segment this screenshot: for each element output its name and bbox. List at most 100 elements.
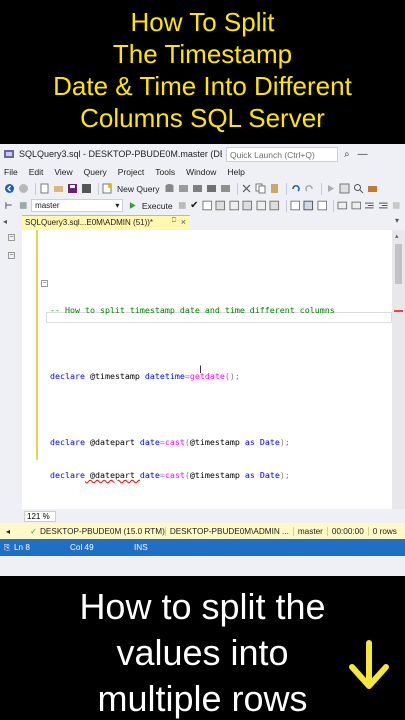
scroll-left-icon[interactable]: ◂	[3, 217, 7, 226]
uncomment-icon[interactable]	[351, 200, 362, 211]
scroll-left-icon[interactable]: ◂	[6, 526, 10, 536]
live-stats-icon[interactable]	[256, 200, 267, 211]
search-icon[interactable]: ⌕	[344, 149, 350, 160]
menu-help[interactable]: Help	[227, 167, 244, 177]
parse-check-icon[interactable]: ✔	[190, 200, 198, 211]
new-file-icon[interactable]	[39, 183, 50, 194]
keyword-declare: declare	[50, 437, 85, 447]
status-time: 00:00:00	[326, 526, 368, 536]
code-line: declare @timestamp datetime=getdate();	[50, 371, 335, 382]
scroll-up-icon[interactable]: ▴	[395, 232, 399, 240]
save-all-icon[interactable]	[81, 183, 92, 194]
keyword-declare: declare	[50, 470, 85, 480]
vertical-scrollbar[interactable]: ▴	[392, 230, 405, 516]
properties-icon[interactable]	[339, 183, 350, 194]
menu-project[interactable]: Project	[118, 167, 144, 177]
query-designer-icon[interactable]	[215, 200, 226, 211]
var-datepart: @datepart	[84, 437, 140, 447]
find-icon[interactable]	[353, 183, 364, 194]
object-explorer-icon[interactable]	[4, 200, 15, 211]
client-stats-icon[interactable]	[269, 200, 280, 211]
include-plan-icon[interactable]	[242, 200, 253, 211]
fn-cast: cast	[164, 470, 185, 480]
paste-icon[interactable]	[269, 183, 280, 194]
cut-icon[interactable]	[241, 183, 252, 194]
zoom-bar: 121 %	[0, 509, 405, 523]
xmla-icon[interactable]	[206, 183, 217, 194]
sql-comment: -- How to split timestamp date and time …	[50, 305, 335, 315]
save-icon[interactable]	[67, 183, 78, 194]
caption-line: How to split the	[79, 586, 326, 627]
status-user: DESKTOP-PBUDE0M\ADMIN ...	[164, 526, 293, 536]
tab-sqlquery3[interactable]: SQLQuery3.sql...E0M\ADMIN (51))* ⎕ ×	[22, 215, 190, 230]
close-icon[interactable]: ×	[181, 217, 186, 227]
app-status-bar: ⎘ Ln 8 Col 49 INS	[0, 539, 405, 556]
redo-icon[interactable]	[304, 183, 315, 194]
collapse-icon[interactable]: −	[8, 252, 15, 259]
collapse-icon[interactable]: −	[8, 234, 15, 241]
open-file-icon[interactable]	[53, 183, 64, 194]
status-database: master	[292, 526, 327, 536]
caption-line: Columns SQL Server	[80, 103, 325, 133]
sql-code[interactable]: -- How to split timestamp date and time …	[50, 250, 335, 503]
pin-icon[interactable]: ⎕	[172, 217, 176, 225]
minimize-button[interactable]: —	[358, 149, 368, 160]
menu-query[interactable]: Query	[84, 167, 107, 177]
undo-icon[interactable]	[290, 183, 301, 194]
quick-launch-input[interactable]: Quick Launch (Ctrl+Q)	[226, 146, 338, 162]
stop-icon[interactable]	[177, 200, 188, 211]
bottom-caption: How to split the values into multiple ro…	[0, 576, 405, 720]
increase-indent-icon[interactable]	[378, 200, 389, 211]
display-plan-icon[interactable]	[202, 200, 213, 211]
forward-icon[interactable]	[18, 183, 29, 194]
query-editor[interactable]: − − − -- How to split timestamp date and…	[0, 230, 405, 529]
i-beam-cursor-icon: I	[199, 364, 203, 376]
new-query-button[interactable]: New Query	[117, 184, 160, 194]
scrollbar-thumb[interactable]	[395, 244, 402, 284]
toolbox-icon[interactable]	[367, 183, 378, 194]
results-to-file-icon[interactable]	[317, 200, 328, 211]
back-icon[interactable]	[4, 183, 15, 194]
decrease-indent-icon[interactable]	[364, 200, 375, 211]
toolbar-divider	[285, 199, 287, 212]
connect-icon[interactable]	[18, 200, 29, 211]
standard-toolbar: New Query	[0, 180, 405, 197]
menu-tools[interactable]: Tools	[155, 167, 175, 177]
database-query-icon[interactable]	[164, 183, 175, 194]
menu-window[interactable]: Window	[186, 167, 216, 177]
dax-icon[interactable]	[220, 183, 231, 194]
arg-timestamp: @timestamp	[189, 437, 240, 447]
collapse-icon[interactable]: −	[41, 280, 48, 287]
type-date: Date	[259, 437, 280, 447]
caption-line: Date & Time Into Different	[53, 71, 352, 101]
menu-file[interactable]: File	[4, 167, 18, 177]
copy-icon[interactable]	[255, 183, 266, 194]
comment-icon[interactable]	[337, 200, 348, 211]
tab-dropdown-icon[interactable]: ▾	[395, 216, 399, 225]
results-to-grid-icon[interactable]	[303, 200, 314, 211]
available-databases-select[interactable]: master ▾	[31, 199, 124, 212]
type-date: date	[139, 437, 160, 447]
specify-values-icon[interactable]	[391, 200, 402, 211]
code-line: declare @datepart date=cast(@timestamp a…	[50, 437, 290, 447]
status-server: DESKTOP-PBUDE0M (15.0 RTM)	[40, 526, 165, 536]
zoom-select[interactable]: 121 %	[24, 510, 56, 522]
menu-view[interactable]: View	[54, 167, 72, 177]
intellisense-icon[interactable]	[229, 200, 240, 211]
mdx-icon[interactable]	[178, 183, 189, 194]
database-value: master	[35, 201, 60, 210]
dmx-icon[interactable]	[192, 183, 203, 194]
chevron-down-icon: ▾	[115, 201, 120, 210]
menu-edit[interactable]: Edit	[29, 167, 44, 177]
var-timestamp: @timestamp	[84, 371, 145, 381]
top-caption: How To Split The Timestamp Date & Time I…	[0, 0, 405, 144]
execute-button[interactable]: Execute	[142, 201, 173, 211]
code-line: -- How to split timestamp date and time …	[50, 305, 335, 316]
results-to-text-icon[interactable]	[290, 200, 301, 211]
start-debug-icon[interactable]	[325, 183, 336, 194]
new-query-icon[interactable]	[102, 183, 113, 194]
down-arrow-icon	[349, 640, 389, 689]
execute-icon[interactable]	[127, 200, 138, 211]
